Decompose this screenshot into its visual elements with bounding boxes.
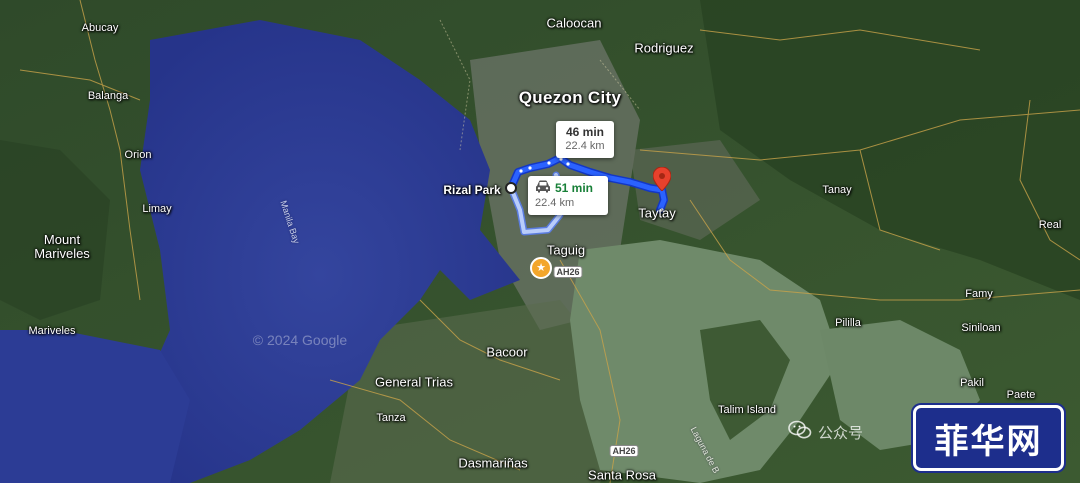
wechat-icon xyxy=(788,420,812,444)
place-label-mariveles: Mariveles xyxy=(28,325,76,337)
place-label-limay: Limay xyxy=(142,203,172,215)
site-logo: 菲华网 xyxy=(913,405,1064,471)
place-label-taguig: Taguig xyxy=(546,242,586,258)
place-label-quezon-city: Quezon City xyxy=(518,88,622,107)
origin-marker[interactable] xyxy=(505,182,517,194)
route-distance-alternate: 22.4 km xyxy=(535,197,575,209)
place-label-general-trias: General Trias xyxy=(374,374,454,390)
wechat-label: 公众号 xyxy=(818,424,864,442)
map-view[interactable]: Caloocan Rodriguez Abucay Balanga Orion … xyxy=(0,0,1080,483)
place-label-orion: Orion xyxy=(124,149,152,161)
place-label-rodriguez: Rodriguez xyxy=(634,40,694,56)
place-label-pakil: Pakil xyxy=(960,377,984,389)
place-label-famy: Famy xyxy=(965,288,993,300)
place-label-siniloan: Siniloan xyxy=(961,322,1001,334)
road-shield-ah26-south: AH26 xyxy=(609,445,639,457)
route-distance-primary: 22.4 km xyxy=(565,140,605,152)
place-label-bacoor: Bacoor xyxy=(486,344,528,360)
star-poi-icon[interactable]: ★ xyxy=(530,257,552,279)
place-label-pililla: Pililla xyxy=(835,317,861,329)
place-label-tanza: Tanza xyxy=(376,412,406,424)
place-label-dasmarinas: Dasmariñas xyxy=(458,455,528,471)
place-label-caloocan: Caloocan xyxy=(546,15,602,31)
route-time-alternate: 51 min xyxy=(555,181,594,196)
place-label-balanga: Balanga xyxy=(87,90,129,102)
route-time-primary: 46 min xyxy=(565,125,604,139)
place-label-santa-rosa: Santa Rosa xyxy=(588,467,656,483)
place-label-taytay: Taytay xyxy=(638,205,676,221)
wechat-watermark: 公众号 xyxy=(788,420,863,444)
place-label-talim-island: Talim Island xyxy=(717,404,777,416)
route-card-alternate[interactable]: 51 min 22.4 km xyxy=(528,176,608,215)
road-shield-ah26-north: AH26 xyxy=(553,266,583,278)
place-label-mount-mariveles: Mount Mariveles xyxy=(34,232,90,261)
place-label-real: Real xyxy=(1038,219,1062,231)
route-card-primary[interactable]: 46 min 22.4 km xyxy=(556,121,614,158)
destination-pin-icon[interactable] xyxy=(652,166,672,196)
map-watermark: © 2024 Google xyxy=(252,332,348,348)
place-label-rizal-park: Rizal Park xyxy=(443,183,501,197)
place-label-paete: Paete xyxy=(1006,389,1036,401)
car-icon xyxy=(535,180,551,196)
place-label-abucay: Abucay xyxy=(81,22,119,34)
place-label-tanay: Tanay xyxy=(822,184,852,196)
